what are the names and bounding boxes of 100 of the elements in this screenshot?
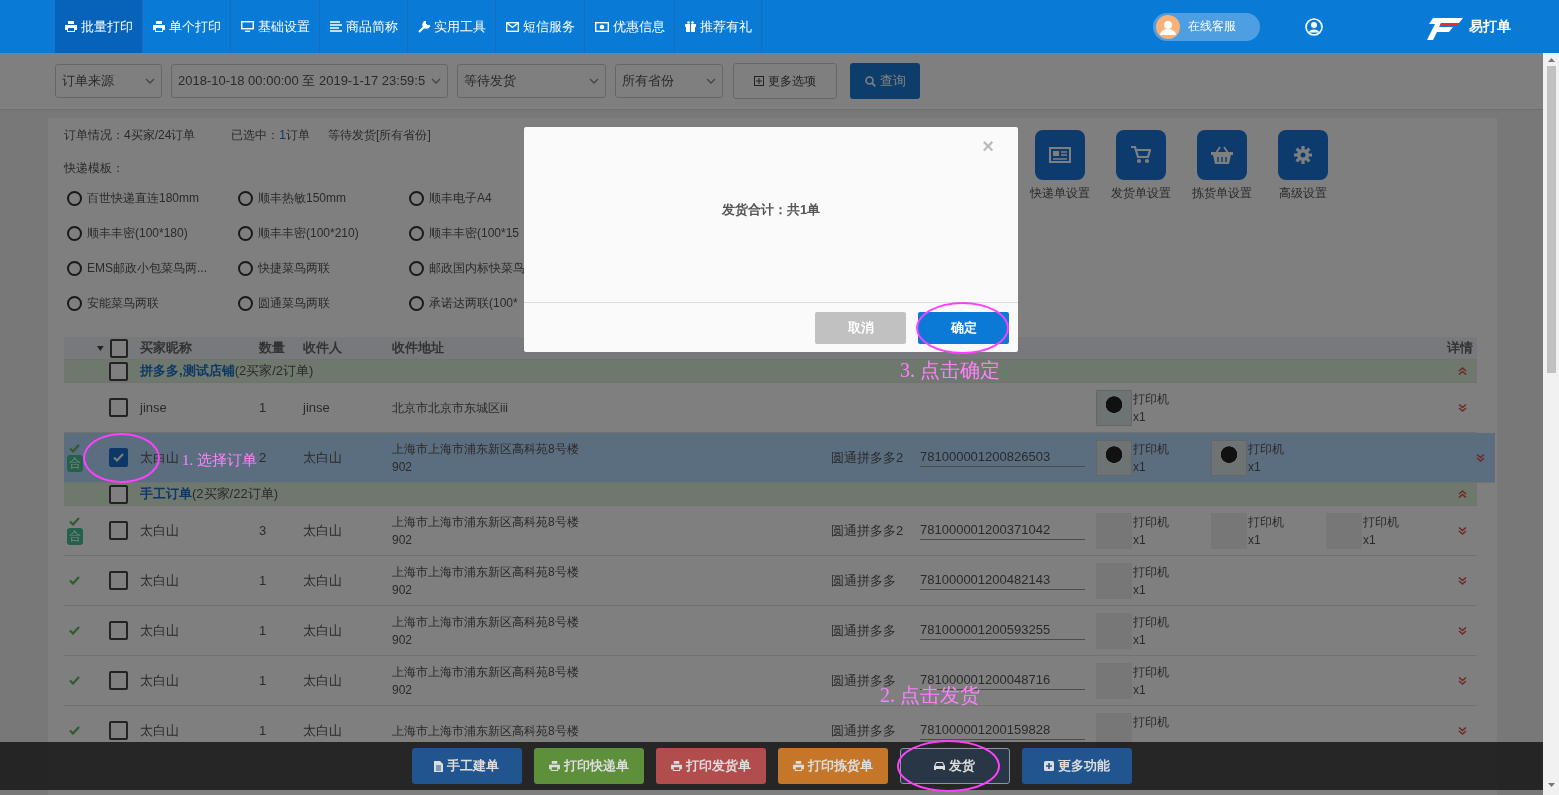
product-quantity: x1 (1248, 531, 1262, 549)
double-chevron-down-icon[interactable] (1457, 403, 1467, 412)
row-checkbox[interactable] (109, 621, 128, 640)
action-button[interactable]: 打印拣货单 (777, 748, 888, 784)
tracking-number-field[interactable]: 781000001200371042 (920, 521, 1085, 540)
template-radio[interactable]: 圆通菜鸟两联 (235, 286, 406, 321)
product-name: 打印机 (1133, 440, 1169, 458)
wrench-icon (418, 20, 430, 33)
address-line: 上海市上海市浦东新区高科苑8号楼 (392, 440, 580, 458)
quantity: 1 (259, 673, 267, 688)
select-all-checkbox[interactable] (109, 338, 128, 358)
buyer-name: 太白山 (140, 622, 179, 638)
product-quantity: x1 (1133, 408, 1147, 426)
template-radio[interactable]: 顺丰热敏150mm (235, 181, 406, 216)
product-quantity: x1 (1133, 581, 1147, 599)
group-checkbox[interactable] (109, 361, 128, 381)
double-chevron-down-icon[interactable] (1457, 526, 1467, 535)
row-checkbox[interactable] (109, 398, 128, 417)
query-button[interactable]: 查询 (850, 63, 920, 99)
dialog-message: 发货合计：共1单 (721, 201, 821, 219)
tracking-number-field[interactable]: 781000001200482143 (920, 571, 1085, 590)
online-service-button[interactable]: 在线客服 (1153, 12, 1260, 41)
caret-icon[interactable] (97, 345, 104, 351)
settings-tile-button[interactable] (1035, 130, 1085, 180)
scroll-down-arrow-icon[interactable] (1547, 783, 1555, 787)
tracking-number-field[interactable]: 781000001200593255 (920, 621, 1085, 640)
avatar-icon (1156, 14, 1180, 39)
chevron-down-icon (145, 78, 155, 84)
template-radio[interactable]: 顺丰丰密(100*210) (235, 216, 406, 251)
row-checkbox[interactable] (109, 448, 128, 467)
settings-tile-button[interactable] (1116, 130, 1166, 180)
filter-dropdown[interactable]: 2018-10-18 00:00:00 至 2019-1-17 23:59:5 (171, 64, 448, 98)
template-radio[interactable]: 顺丰电子A4 (406, 181, 577, 216)
receiver-name: 太白山 (303, 449, 342, 465)
chevron-down-icon (706, 78, 716, 84)
template-radio[interactable]: 顺丰丰密(100*180) (64, 216, 235, 251)
buyer-name: 太白山 (140, 672, 179, 688)
receiver-name: 太白山 (303, 622, 342, 638)
double-chevron-down-icon[interactable] (1475, 453, 1485, 462)
scroll-up-arrow-icon[interactable] (1547, 58, 1555, 62)
more-options-button[interactable]: 更多选项 (733, 63, 837, 99)
gift-icon (685, 21, 696, 32)
product-quantity: x1 (1133, 458, 1147, 476)
double-chevron-down-icon[interactable] (1457, 626, 1467, 635)
product-quantity: x1 (1248, 458, 1262, 476)
app-logo[interactable]: 易打单 (1427, 13, 1511, 40)
nav-tab[interactable]: 批量打印 (55, 0, 143, 53)
shop-group-name[interactable]: 手工订单 (140, 485, 192, 503)
template-radio[interactable]: 邮政国内标快菜鸟 (406, 251, 577, 286)
order-summary: 订单情况：4买家/24订单 (64, 126, 196, 144)
buyer-name: 太白山 (140, 722, 179, 738)
template-name: 圆通拼多多 (831, 672, 896, 688)
double-chevron-up-icon[interactable] (1457, 367, 1467, 375)
settings-tile-button[interactable] (1278, 130, 1328, 180)
user-icon[interactable] (1305, 17, 1323, 36)
newspaper-icon (1049, 147, 1071, 163)
action-button[interactable]: 打印快递单 (533, 748, 644, 784)
template-name: 圆通拼多多 (831, 722, 896, 738)
buyer-name: 太白山 (140, 522, 179, 538)
shop-group-name[interactable]: 拼多多,测试店铺 (140, 362, 235, 380)
template-name: 圆通拼多多 (831, 622, 896, 638)
action-button[interactable]: 手工建单 (411, 748, 522, 784)
settings-tile-button[interactable] (1197, 130, 1247, 180)
template-radio[interactable]: 快捷菜鸟两联 (235, 251, 406, 286)
double-chevron-down-icon[interactable] (1457, 676, 1467, 685)
tracking-number-field[interactable]: 781000001200826503 (920, 448, 1085, 467)
filter-dropdown[interactable]: 订单来源 (55, 64, 162, 98)
filter-dropdown[interactable]: 等待发货 (457, 64, 606, 98)
row-checkbox[interactable] (109, 571, 128, 590)
scrollbar-thumb[interactable] (1546, 66, 1556, 373)
double-chevron-up-icon[interactable] (1457, 490, 1467, 498)
template-radio[interactable]: 百世快递直连180mm (64, 181, 235, 216)
printer-icon (792, 761, 804, 771)
double-chevron-down-icon[interactable] (1457, 726, 1467, 735)
row-checkbox[interactable] (109, 671, 128, 690)
quantity: 1 (259, 723, 267, 738)
template-radio[interactable]: 安能菜鸟两联 (64, 286, 235, 321)
filter-dropdown[interactable]: 所有省份 (615, 64, 723, 98)
tracking-number-field[interactable]: 781000001200159828 (920, 721, 1085, 740)
double-chevron-down-icon[interactable] (1457, 576, 1467, 585)
status-filter-text: 等待发货[所有省份] (328, 126, 431, 144)
action-button[interactable]: 打印发货单 (655, 748, 766, 784)
template-radio[interactable]: 承诺达两联(100* (406, 286, 577, 321)
quantity: 2 (259, 450, 267, 465)
action-button[interactable]: 更多功能 (1021, 748, 1132, 784)
template-radio[interactable]: EMS邮政小包菜鸟两... (64, 251, 235, 286)
document-icon (434, 760, 443, 772)
action-button[interactable]: 发货 (899, 748, 1010, 784)
annotation-text: 3. 点击确定 (900, 358, 1000, 382)
product-name: 打印机 (1133, 713, 1169, 731)
merged-badge: 合 (66, 454, 83, 472)
merged-badge: 合 (66, 527, 83, 545)
template-radio[interactable]: 顺丰丰密(100*15 (406, 216, 577, 251)
group-count: (2买家/2订单) (234, 362, 314, 380)
gear-icon (1294, 146, 1312, 164)
settings-label: 拣货单设置 (1192, 185, 1252, 202)
row-checkbox[interactable] (109, 721, 128, 740)
row-checkbox[interactable] (109, 521, 128, 540)
group-checkbox[interactable] (109, 484, 128, 504)
confirm-button[interactable]: 确定 (918, 312, 1009, 344)
